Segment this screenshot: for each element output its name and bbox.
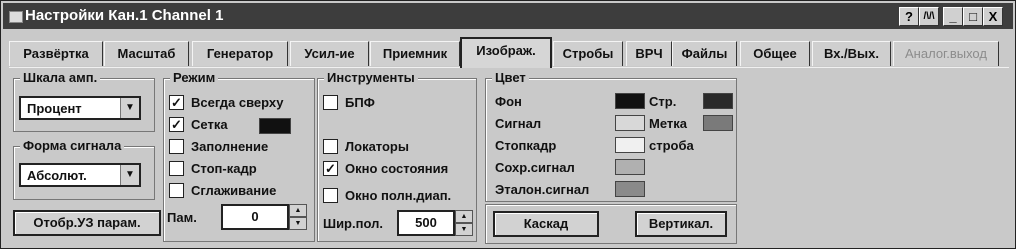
fft-checkbox[interactable]: БПФ: [323, 95, 375, 110]
checkbox-box[interactable]: [169, 139, 184, 154]
checkbox-box[interactable]: [169, 183, 184, 198]
spin-down-icon[interactable]: ▼: [455, 223, 473, 236]
locators-label: Локаторы: [345, 139, 409, 154]
gate-color-label: Стр.: [649, 94, 677, 109]
title-bar[interactable]: Настройки Кан.1 Channel 1 ? /\/\ _ □ X: [3, 3, 1013, 29]
tab-display[interactable]: Изображ.: [460, 37, 552, 68]
saved-signal-color-swatch[interactable]: [615, 159, 645, 175]
tab-files[interactable]: Файлы: [672, 41, 737, 66]
cascade-button[interactable]: Каскад: [493, 211, 599, 237]
fft-label: БПФ: [345, 95, 375, 110]
check-icon[interactable]: ✓: [169, 117, 184, 132]
window-title: Настройки Кан.1 Channel 1: [25, 7, 224, 24]
app-icon: [9, 11, 23, 23]
scale-value: Процент: [27, 101, 82, 116]
chevron-down-icon[interactable]: ▼: [120, 165, 139, 185]
mode-group-title: Режим: [170, 70, 219, 85]
tab-io[interactable]: Вх./Вых.: [812, 41, 891, 66]
checkbox-box[interactable]: [323, 95, 338, 110]
gate-mark-color-label-2: строба: [649, 138, 694, 153]
tab-receiver[interactable]: Приемник: [370, 41, 460, 66]
gate-color-swatch[interactable]: [703, 93, 733, 109]
help-button[interactable]: ?: [899, 7, 919, 26]
tools-group-title: Инструменты: [324, 70, 418, 85]
grid-label: Сетка: [191, 117, 228, 132]
tab-gain[interactable]: Усил-ие: [290, 41, 369, 66]
freeze-frame-label: Стоп-кадр: [191, 161, 257, 176]
scale-group-title: Шкала амп.: [20, 70, 101, 85]
check-icon[interactable]: ✓: [169, 95, 184, 110]
tab-tcg[interactable]: ВРЧ: [626, 41, 672, 66]
color-group-title: Цвет: [492, 70, 529, 85]
status-window-label: Окно состояния: [345, 161, 449, 176]
fill-label: Заполнение: [191, 139, 269, 154]
settings-window: Настройки Кан.1 Channel 1 ? /\/\ _ □ X Р…: [0, 0, 1016, 249]
waveform-value: Абсолют.: [27, 168, 87, 183]
grid-checkbox[interactable]: ✓ Сетка: [169, 117, 228, 132]
tab-gates[interactable]: Стробы: [553, 41, 623, 66]
smoothing-label: Сглаживание: [191, 183, 277, 198]
tab-scale[interactable]: Масштаб: [104, 41, 189, 66]
memory-spinner[interactable]: 0 ▲ ▼: [221, 204, 307, 230]
tab-bar: Развёртка Масштаб Генератор Усил-ие Прие…: [9, 37, 1013, 68]
smoothing-checkbox[interactable]: Сглаживание: [169, 183, 276, 198]
reference-signal-color-label: Эталон.сигнал: [495, 182, 590, 197]
full-range-window-checkbox[interactable]: Окно полн.диап.: [323, 188, 451, 203]
checkbox-box[interactable]: [323, 188, 338, 203]
memory-label: Пам.: [167, 210, 197, 225]
freeze-color-label: Стопкадр: [495, 138, 557, 153]
signal-color-swatch[interactable]: [615, 115, 645, 131]
bg-color-swatch[interactable]: [615, 93, 645, 109]
scope-button[interactable]: /\/\: [919, 7, 939, 26]
width-spinner[interactable]: 500 ▲ ▼: [397, 210, 473, 236]
vertical-button[interactable]: Вертикал.: [635, 211, 727, 237]
freeze-color-swatch[interactable]: [615, 137, 645, 153]
tab-generator[interactable]: Генератор: [192, 41, 288, 66]
maximize-button[interactable]: □: [963, 7, 983, 26]
display-panel: Шкала амп. Процент ▼ Форма сигнала Абсол…: [9, 67, 1009, 244]
gate-mark-color-label: Метка: [649, 116, 687, 131]
close-button[interactable]: X: [983, 7, 1003, 26]
checkbox-box[interactable]: [323, 139, 338, 154]
show-ut-params-button[interactable]: Отобр.УЗ парам.: [13, 210, 161, 236]
full-range-window-label: Окно полн.диап.: [345, 188, 452, 203]
spin-down-icon[interactable]: ▼: [289, 217, 307, 230]
signal-color-label: Сигнал: [495, 116, 542, 131]
scale-select[interactable]: Процент ▼: [19, 96, 141, 120]
fill-checkbox[interactable]: Заполнение: [169, 139, 268, 154]
waveform-group-title: Форма сигнала: [20, 138, 125, 153]
tab-sweep[interactable]: Развёртка: [9, 41, 103, 66]
minimize-button[interactable]: _: [943, 7, 963, 26]
grid-color-swatch[interactable]: [259, 118, 291, 134]
memory-input[interactable]: 0: [221, 204, 289, 230]
width-label: Шир.пол.: [323, 216, 383, 231]
spin-up-icon[interactable]: ▲: [289, 204, 307, 217]
chevron-down-icon[interactable]: ▼: [120, 98, 139, 118]
saved-signal-color-label: Сохр.сигнал: [495, 160, 575, 175]
checkbox-box[interactable]: [169, 161, 184, 176]
freeze-frame-checkbox[interactable]: Стоп-кадр: [169, 161, 257, 176]
always-on-top-label: Всегда сверху: [191, 95, 284, 110]
width-input[interactable]: 500: [397, 210, 455, 236]
tab-analog-output[interactable]: Аналог.выход: [893, 41, 999, 66]
reference-signal-color-swatch[interactable]: [615, 181, 645, 197]
waveform-select[interactable]: Абсолют. ▼: [19, 163, 141, 187]
check-icon[interactable]: ✓: [323, 161, 338, 176]
tab-general[interactable]: Общее: [740, 41, 810, 66]
bg-color-label: Фон: [495, 94, 522, 109]
gate-mark-color-swatch[interactable]: [703, 115, 733, 131]
status-window-checkbox[interactable]: ✓ Окно состояния: [323, 161, 448, 176]
spin-up-icon[interactable]: ▲: [455, 210, 473, 223]
always-on-top-checkbox[interactable]: ✓ Всегда сверху: [169, 95, 284, 110]
locators-checkbox[interactable]: Локаторы: [323, 139, 409, 154]
